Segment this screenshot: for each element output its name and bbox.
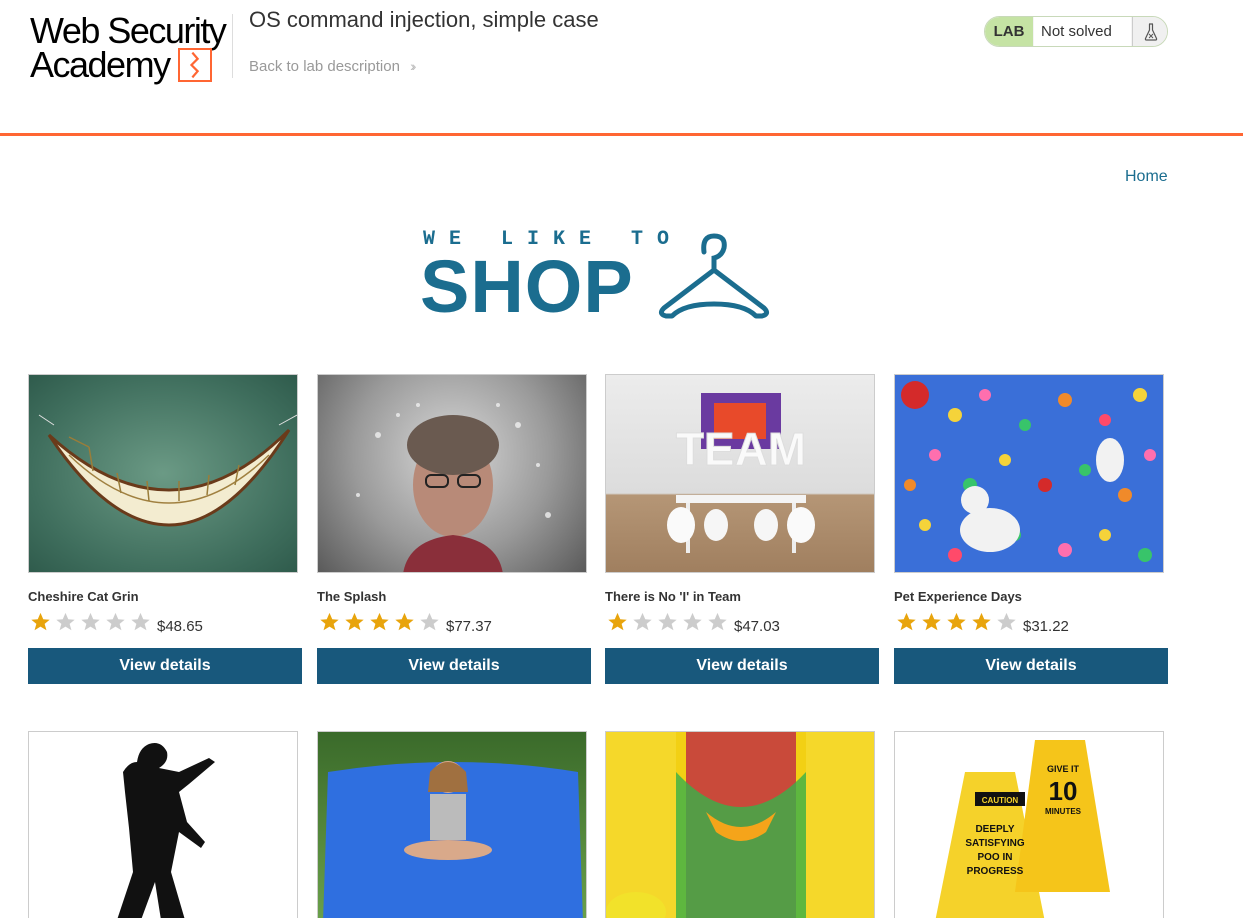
silhouette-dancer-image [28, 731, 298, 918]
svg-text:PROGRESS: PROGRESS [967, 866, 1024, 877]
star-empty-icon [81, 612, 100, 631]
bean-bag-girl-image [317, 731, 587, 918]
star-filled-icon [922, 612, 941, 631]
pet-balloons-image [894, 374, 1164, 573]
star-empty-icon [997, 612, 1016, 631]
lab-title: OS command injection, simple case [249, 7, 599, 32]
rating-stars: $47.03 [605, 610, 780, 635]
flask-icon [1132, 17, 1167, 46]
back-to-lab-description-link[interactable]: Back to lab description ›› [249, 58, 417, 75]
star-filled-icon [972, 612, 991, 631]
lab-tag: LAB [985, 17, 1033, 46]
view-details-button[interactable]: View details [605, 648, 879, 684]
star-empty-icon [708, 612, 727, 631]
svg-text:SATISFYING: SATISFYING [965, 838, 1024, 849]
we-like-to-shop-banner: WE LIKE TO SHOP [420, 228, 780, 324]
view-details-button[interactable]: View details [28, 648, 302, 684]
star-filled-icon [608, 612, 627, 631]
view-details-button[interactable]: View details [894, 648, 1168, 684]
star-empty-icon [658, 612, 677, 631]
svg-text:10: 10 [1049, 776, 1078, 806]
rating-stars: $48.65 [28, 610, 203, 635]
page-header: Web Security Academy OS command injectio… [0, 0, 1243, 136]
product-price: $47.03 [734, 617, 780, 635]
product-price: $48.65 [157, 617, 203, 635]
svg-text:DEEPLY: DEEPLY [975, 824, 1014, 835]
product-name: Pet Experience Days [894, 589, 1022, 604]
star-empty-icon [420, 612, 439, 631]
hanger-icon [658, 233, 770, 319]
logo-mark-icon [178, 48, 212, 82]
double-chevron-right-icon: ›› [410, 58, 417, 74]
bouncy-castle-image [605, 731, 875, 918]
back-link-label: Back to lab description [249, 58, 400, 75]
svg-text:CAUTION: CAUTION [982, 796, 1019, 805]
svg-text:GIVE IT: GIVE IT [1047, 764, 1080, 774]
cheshire-cat-grin-image [28, 374, 298, 573]
view-details-button[interactable]: View details [317, 648, 591, 684]
rating-stars: $77.37 [317, 610, 492, 635]
svg-text:MINUTES: MINUTES [1045, 807, 1082, 816]
star-empty-icon [106, 612, 125, 631]
svg-text:TEAM: TEAM [676, 423, 806, 475]
logo-line-1: Web Security [30, 10, 227, 51]
product-price: $31.22 [1023, 617, 1069, 635]
caution-signs-image: CAUTION DEEPLY SATISFYING POO IN PROGRES… [894, 731, 1164, 918]
star-filled-icon [395, 612, 414, 631]
star-filled-icon [345, 612, 364, 631]
team-image: TEAM [605, 374, 875, 573]
lab-status-widget: LAB Not solved [984, 16, 1168, 47]
home-link[interactable]: Home [1125, 168, 1168, 186]
star-empty-icon [131, 612, 150, 631]
rating-stars: $31.22 [894, 610, 1069, 635]
star-filled-icon [897, 612, 916, 631]
star-empty-icon [56, 612, 75, 631]
product-price: $77.37 [446, 617, 492, 635]
star-empty-icon [633, 612, 652, 631]
lab-status-text: Not solved [1034, 17, 1131, 46]
product-name: There is No 'I' in Team [605, 589, 741, 604]
star-empty-icon [683, 612, 702, 631]
product-name: Cheshire Cat Grin [28, 589, 139, 604]
star-filled-icon [947, 612, 966, 631]
splash-image [317, 374, 587, 573]
star-filled-icon [31, 612, 50, 631]
web-security-academy-logo[interactable]: Web Security Academy [30, 10, 230, 86]
header-divider [232, 14, 233, 78]
star-filled-icon [370, 612, 389, 631]
banner-big-text: SHOP [420, 245, 634, 328]
product-name: The Splash [317, 589, 387, 604]
svg-text:POO IN: POO IN [977, 852, 1012, 863]
star-filled-icon [320, 612, 339, 631]
